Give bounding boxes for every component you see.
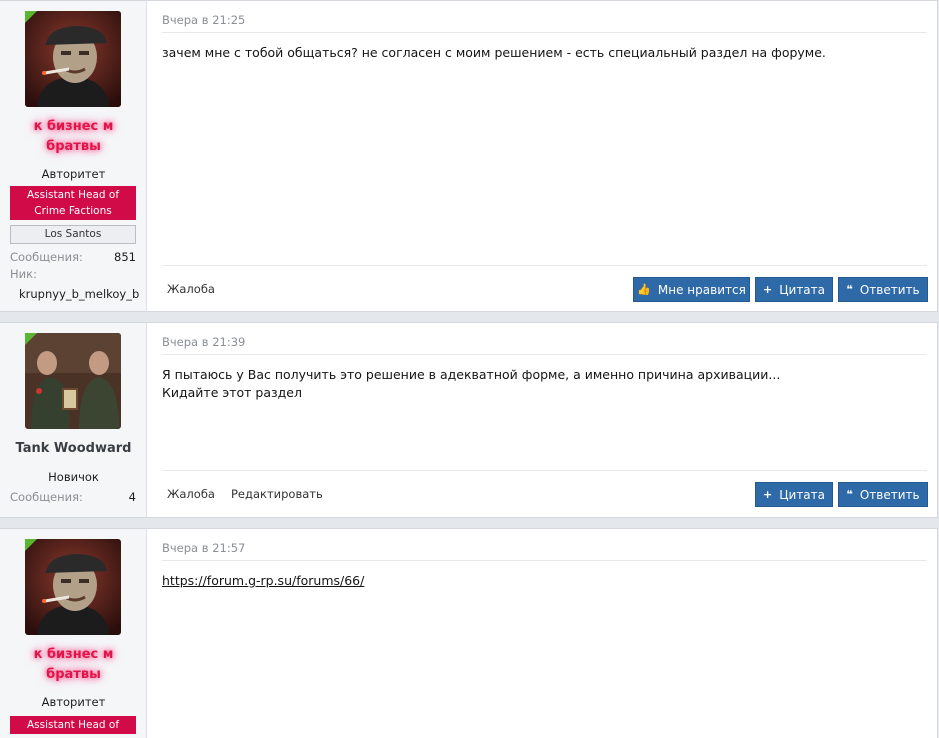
post-1: к бизнес м братвы Авторитет Assistant He… xyxy=(0,0,938,312)
footer-divider xyxy=(162,470,927,471)
online-indicator-icon xyxy=(25,539,37,551)
username-line-1[interactable]: к бизнес м xyxy=(0,645,147,665)
post-content: Вчера в 21:57 https://forum.g-rp.su/foru… xyxy=(147,529,937,738)
avatar[interactable] xyxy=(25,11,121,107)
reply-button-label: Ответить xyxy=(859,487,920,502)
post-user-info: Tank Woodward Новичок Сообщения: 4 xyxy=(0,323,147,517)
username-line-1[interactable]: к бизнес м xyxy=(0,117,147,137)
quote-button-label: Цитата xyxy=(779,282,826,297)
meta-divider xyxy=(162,354,927,355)
online-indicator-icon xyxy=(25,11,37,23)
reply-button-label: Ответить xyxy=(859,282,920,297)
online-indicator-icon xyxy=(25,333,37,345)
username[interactable]: к бизнес м братвы xyxy=(0,645,147,685)
post-user-info: к бизнес м братвы Авторитет Assistant He… xyxy=(0,529,147,738)
username-line-2[interactable]: братвы xyxy=(0,665,147,685)
avatar[interactable] xyxy=(25,333,121,429)
post-3: к бизнес м братвы Авторитет Assistant He… xyxy=(0,528,938,738)
messages-value[interactable]: 4 xyxy=(129,490,136,504)
edit-link[interactable]: Редактировать xyxy=(231,487,323,501)
plus-icon: + xyxy=(762,283,773,296)
like-button[interactable]: 👍 Мне нравится xyxy=(633,277,750,302)
footer-divider xyxy=(162,265,927,266)
post-message: зачем мне с тобой общаться? не согласен … xyxy=(162,44,826,62)
report-link[interactable]: Жалоба xyxy=(167,487,215,501)
quote-marks-icon: ❝ xyxy=(846,488,853,501)
post-user-info: к бизнес м братвы Авторитет Assistant He… xyxy=(0,1,147,311)
quote-button[interactable]: + Цитата xyxy=(755,482,833,507)
like-button-label: Мне нравится xyxy=(657,282,746,297)
message-line: зачем мне с тобой общаться? не согласен … xyxy=(162,45,826,60)
messages-stat: Сообщения: 4 xyxy=(10,490,136,504)
reply-button[interactable]: ❝ Ответить xyxy=(838,482,928,507)
post-2: Tank Woodward Новичок Сообщения: 4 Вчера… xyxy=(0,322,938,518)
post-timestamp[interactable]: Вчера в 21:39 xyxy=(162,335,245,349)
nick-label: Ник: xyxy=(10,267,37,281)
messages-stat: Сообщения: 851 xyxy=(10,250,136,264)
username-line-2[interactable]: братвы xyxy=(0,137,147,157)
user-banner: Assistant Head of xyxy=(10,716,136,734)
post-message: Я пытаюсь у Вас получить это решение в а… xyxy=(162,366,780,402)
messages-label: Сообщения: xyxy=(10,490,83,504)
nick-stat: Ник: xyxy=(10,267,136,281)
forum-link[interactable]: https://forum.g-rp.su/forums/66/ xyxy=(162,573,364,588)
user-banner: Assistant Head of Crime Factions xyxy=(10,186,136,220)
post-message: https://forum.g-rp.su/forums/66/ xyxy=(162,572,364,590)
user-title: Новичок xyxy=(48,470,99,484)
plus-icon: + xyxy=(762,488,773,501)
quote-button[interactable]: + Цитата xyxy=(755,277,833,302)
message-line: Я пытаюсь у Вас получить это решение в а… xyxy=(162,367,781,382)
user-title: Авторитет xyxy=(41,695,106,709)
nick-value: krupnyy_b_melkoy_b xyxy=(19,287,140,301)
reply-button[interactable]: ❝ Ответить xyxy=(838,277,928,302)
username[interactable]: Tank Woodward xyxy=(0,441,147,456)
post-content: Вчера в 21:25 зачем мне с тобой общаться… xyxy=(147,1,937,311)
quote-marks-icon: ❝ xyxy=(846,283,853,296)
post-timestamp[interactable]: Вчера в 21:57 xyxy=(162,541,245,555)
username[interactable]: к бизнес м братвы xyxy=(0,117,147,157)
messages-label: Сообщения: xyxy=(10,250,83,264)
server-banner: Los Santos xyxy=(10,225,136,244)
avatar[interactable] xyxy=(25,539,121,635)
message-line: Кидайте этот раздел xyxy=(162,385,302,400)
user-title: Авторитет xyxy=(41,167,106,181)
messages-value[interactable]: 851 xyxy=(114,250,136,264)
post-timestamp[interactable]: Вчера в 21:25 xyxy=(162,13,245,27)
report-link[interactable]: Жалоба xyxy=(167,282,215,296)
thumbs-up-icon: 👍 xyxy=(637,283,651,296)
meta-divider xyxy=(162,560,927,561)
meta-divider xyxy=(162,32,927,33)
quote-button-label: Цитата xyxy=(779,487,826,502)
post-content: Вчера в 21:39 Я пытаюсь у Вас получить э… xyxy=(147,323,937,517)
